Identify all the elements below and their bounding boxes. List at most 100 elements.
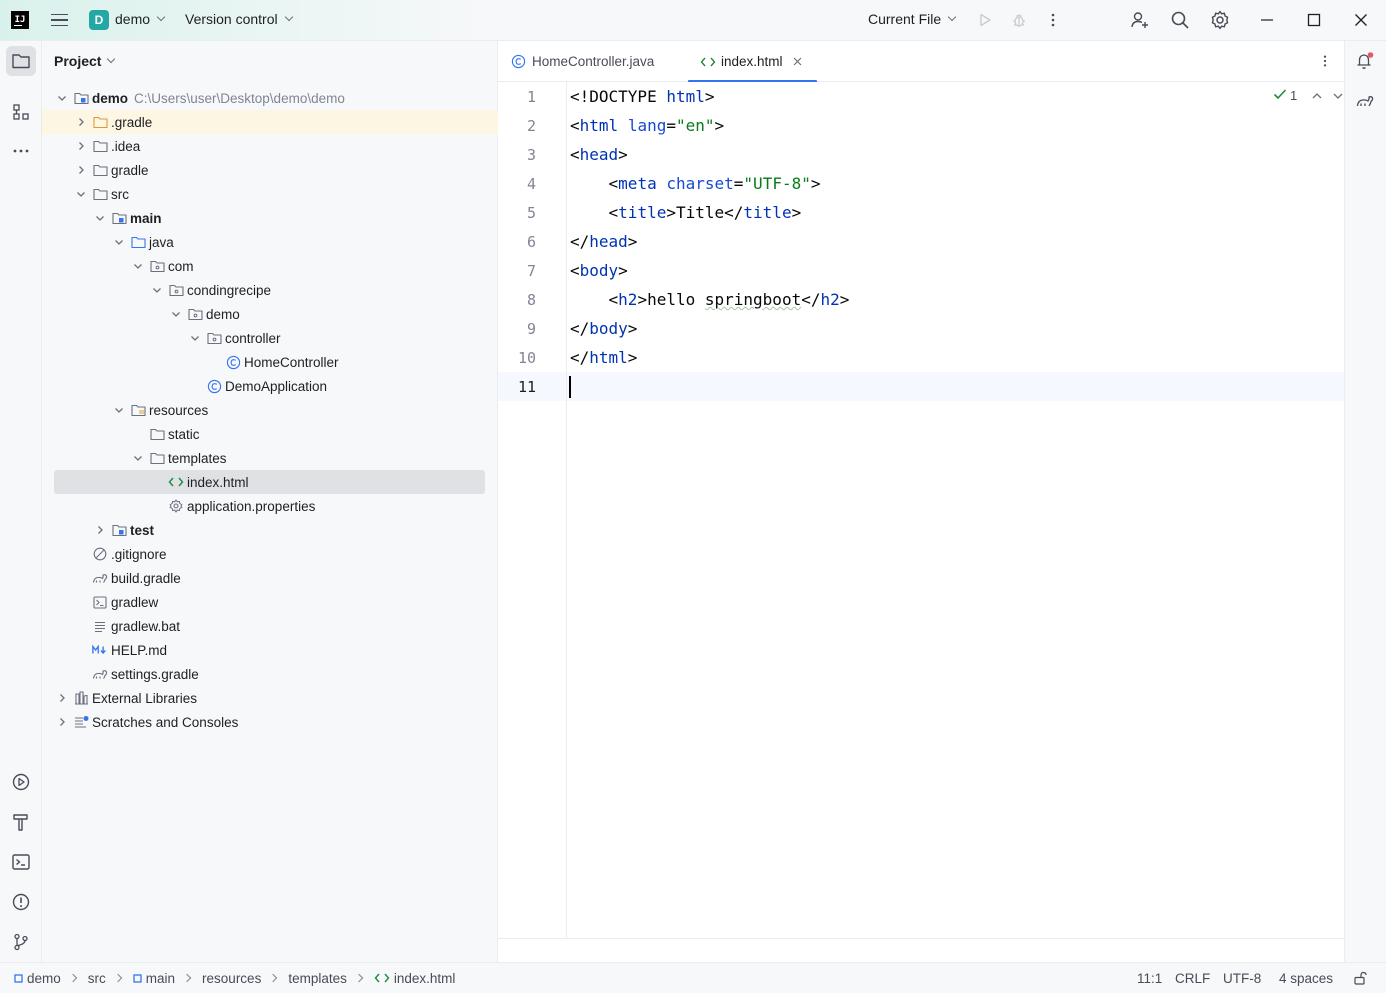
code-token: lang (627, 116, 667, 135)
problems-icon[interactable] (9, 890, 33, 914)
tree-item[interactable]: demo C:\Users\user\Desktop\demo\demo (42, 86, 498, 110)
indent-setting[interactable]: 4 spaces (1279, 971, 1333, 986)
code-token: = (666, 116, 676, 135)
chevron-down-icon[interactable] (187, 330, 203, 346)
git-branch-icon[interactable] (9, 930, 33, 954)
tree-item[interactable]: index.html (42, 470, 498, 494)
tree-item[interactable]: settings.gradle (42, 662, 498, 686)
breadcrumb-label: templates (288, 970, 347, 986)
tree-item-label: HomeController (244, 354, 339, 370)
gradle-elephant-icon[interactable] (1353, 89, 1377, 113)
more-tools-icon[interactable] (9, 139, 33, 163)
notifications-bell-icon[interactable] (1353, 49, 1377, 73)
tree-item[interactable]: .idea (42, 134, 498, 158)
chevron-down-icon[interactable] (168, 306, 184, 322)
intellij-logo-icon[interactable]: IJ (11, 11, 29, 29)
breadcrumb-item[interactable]: resources (202, 971, 261, 986)
tree-item[interactable]: .gitignore (42, 542, 498, 566)
caret-position[interactable]: 11:1 (1137, 971, 1162, 986)
close-window-icon[interactable] (1349, 8, 1373, 32)
chevron-right-icon[interactable] (54, 690, 70, 706)
line-separator[interactable]: CRLF (1175, 971, 1210, 986)
search-icon[interactable] (1168, 8, 1192, 32)
editor-tab-bar: HomeController.java index.html (498, 41, 1344, 83)
code-line: <!DOCTYPE html> (570, 87, 715, 106)
chevron-right-icon[interactable] (92, 522, 108, 538)
tree-item[interactable]: templates (42, 446, 498, 470)
inspection-widget[interactable]: 1 (1273, 88, 1343, 103)
tree-item[interactable]: .gradle (42, 110, 498, 134)
tree-item[interactable]: gradlew (42, 590, 498, 614)
tree-item[interactable]: HELP.md (42, 638, 498, 662)
tree-item[interactable]: demo (42, 302, 498, 326)
tree-item[interactable]: controller (42, 326, 498, 350)
tab-label: HomeController.java (532, 54, 655, 69)
code-token: < (570, 261, 580, 280)
build-hammer-icon[interactable] (9, 810, 33, 834)
tree-item[interactable]: External Libraries (42, 686, 498, 710)
tree-item[interactable]: application.properties (42, 494, 498, 518)
main-menu-icon[interactable] (48, 10, 70, 30)
chevron-down-icon[interactable] (111, 234, 127, 250)
minimize-window-icon[interactable] (1255, 8, 1279, 32)
file-encoding[interactable]: UTF-8 (1223, 971, 1261, 986)
java-class-icon (510, 54, 526, 70)
breadcrumb-item[interactable]: demo (14, 971, 61, 986)
tree-item[interactable]: DemoApplication (42, 374, 498, 398)
tree-item[interactable]: gradlew.bat (42, 614, 498, 638)
run-config-selector[interactable]: Current File (868, 11, 957, 27)
chevron-right-icon[interactable] (73, 114, 89, 130)
tree-item[interactable]: gradle (42, 158, 498, 182)
chevron-right-icon[interactable] (73, 162, 89, 178)
chevron-down-icon[interactable] (111, 402, 127, 418)
code-editor[interactable]: 1 2 3 4 5 6 7 8 9 10 11 <!DOCTYPE html> <html lang=… (498, 82, 1344, 938)
tree-item[interactable]: HomeController (42, 350, 498, 374)
chevron-down-icon[interactable] (149, 282, 165, 298)
debug-icon[interactable] (1007, 8, 1031, 32)
structure-icon[interactable] (9, 100, 33, 124)
tree-item[interactable]: main (42, 206, 498, 230)
tree-item[interactable]: com (42, 254, 498, 278)
tab-options-more-icon[interactable] (1313, 49, 1337, 73)
services-icon[interactable] (9, 770, 33, 794)
breadcrumb-item[interactable]: main (133, 971, 175, 986)
tab-index-html[interactable]: index.html (688, 41, 817, 83)
maximize-window-icon[interactable] (1302, 8, 1326, 32)
close-tab-icon[interactable] (793, 54, 802, 69)
line-number: 5 (526, 204, 536, 222)
gradle-icon (92, 570, 108, 586)
chevron-down-icon[interactable] (73, 186, 89, 202)
terminal-icon[interactable] (9, 850, 33, 874)
chevron-down-icon[interactable] (130, 258, 146, 274)
tree-item[interactable]: condingrecipe (42, 278, 498, 302)
chevron-down-icon[interactable] (130, 450, 146, 466)
chevron-down-icon[interactable] (54, 90, 70, 106)
project-selector[interactable]: demo (115, 11, 166, 27)
breadcrumb-item[interactable]: templates (288, 971, 347, 986)
tab-homecontroller-java[interactable]: HomeController.java (510, 41, 654, 82)
project-view-selector[interactable]: Project (54, 53, 116, 69)
next-highlight-chevron-down-icon[interactable] (1333, 88, 1343, 103)
tree-item[interactable]: test (42, 518, 498, 542)
code-with-me-icon[interactable] (1128, 8, 1152, 32)
tree-item[interactable]: build.gradle (42, 566, 498, 590)
tree-item[interactable]: src (42, 182, 498, 206)
vcs-selector[interactable]: Version control (185, 11, 293, 27)
chevron-right-icon[interactable] (73, 138, 89, 154)
chevron-down-icon[interactable] (92, 210, 108, 226)
tree-item-label: build.gradle (111, 570, 181, 586)
tree-item[interactable]: java (42, 230, 498, 254)
tree-item[interactable]: resources (42, 398, 498, 422)
lock-icon[interactable] (1353, 971, 1367, 988)
chevron-right-icon[interactable] (54, 714, 70, 730)
previous-highlight-chevron-up-icon[interactable] (1312, 88, 1322, 103)
tree-item[interactable]: Scratches and Consoles (42, 710, 498, 734)
run-icon[interactable] (973, 8, 997, 32)
settings-gear-icon[interactable] (1208, 8, 1232, 32)
tree-item[interactable]: static (42, 422, 498, 446)
project-tool-folder-icon[interactable] (9, 49, 33, 73)
folder-icon (92, 186, 108, 202)
breadcrumb-item[interactable]: index.html (374, 971, 455, 986)
breadcrumb-item[interactable]: src (88, 971, 106, 986)
more-vertical-icon[interactable] (1041, 8, 1065, 32)
